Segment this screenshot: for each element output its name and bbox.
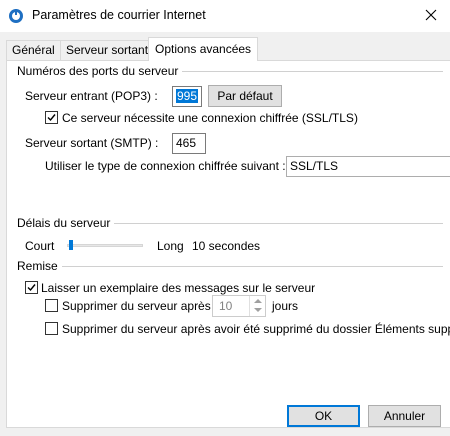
remove-after-checkbox[interactable] <box>45 299 58 312</box>
tab-advanced-options[interactable]: Options avancées <box>148 37 259 61</box>
close-icon <box>425 9 437 24</box>
encryption-type-select[interactable]: SSL/TLS <box>286 156 450 177</box>
encryption-type-label: Utiliser le type de connexion chiffrée s… <box>45 159 286 173</box>
title-bar: Paramètres de courrier Internet <box>0 0 450 32</box>
timeouts-group-divider <box>111 223 443 224</box>
close-button[interactable] <box>414 2 448 30</box>
spin-down-icon[interactable] <box>254 308 262 312</box>
remove-after-label: Supprimer du serveur après <box>62 299 211 313</box>
timeout-value: 10 secondes <box>192 239 261 253</box>
leave-copy-checkbox[interactable] <box>25 281 38 294</box>
delivery-group-divider <box>55 266 443 267</box>
ssl-checkbox[interactable] <box>45 111 58 124</box>
ports-group-divider <box>171 71 443 72</box>
spin-up-icon[interactable] <box>254 299 262 303</box>
encryption-type-value: SSL/TLS <box>290 159 339 173</box>
remove-after-days-spinner[interactable]: 10 <box>212 295 266 317</box>
checkmark-icon <box>27 284 36 292</box>
incoming-port-input[interactable]: 995 <box>172 86 202 107</box>
timeout-slider-thumb[interactable] <box>69 240 73 250</box>
remove-deleted-label: Supprimer du serveur après avoir été sup… <box>62 322 450 336</box>
outgoing-port-value: 465 <box>176 136 197 150</box>
timeout-long-label: Long <box>157 239 184 253</box>
outgoing-server-label: Serveur sortant (SMTP) : <box>25 136 159 150</box>
ssl-checkbox-label: Ce serveur nécessite une connexion chiff… <box>62 111 358 125</box>
internet-email-settings-dialog: Paramètres de courrier Internet Général … <box>0 0 450 436</box>
timeouts-group-title: Délais du serveur <box>17 216 115 230</box>
window-title: Paramètres de courrier Internet <box>32 8 206 22</box>
delivery-group-title: Remise <box>17 259 62 273</box>
cancel-button[interactable]: Annuler <box>368 405 441 427</box>
outgoing-port-input[interactable]: 465 <box>172 133 206 154</box>
incoming-server-label: Serveur entrant (POP3) : <box>25 89 158 103</box>
outlook-app-icon <box>8 8 24 24</box>
timeout-short-label: Court <box>25 239 55 253</box>
tab-general[interactable]: Général <box>6 40 61 60</box>
timeout-slider-track[interactable] <box>67 244 143 247</box>
ports-group-title: Numéros des ports du serveur <box>17 64 183 78</box>
dialog-body: Général Serveur sortant Options avancées… <box>0 32 450 436</box>
ok-button[interactable]: OK <box>287 405 360 427</box>
tab-outgoing-server[interactable]: Serveur sortant <box>60 40 155 60</box>
remove-deleted-checkbox[interactable] <box>45 322 58 335</box>
days-label: jours <box>272 299 299 313</box>
spinner-arrows[interactable] <box>249 296 265 316</box>
default-ports-button[interactable]: Par défaut <box>208 85 282 107</box>
checkmark-icon <box>47 114 56 122</box>
incoming-port-value: 995 <box>176 89 199 103</box>
remove-after-days-value: 10 <box>219 299 233 313</box>
advanced-options-page: Numéros des ports du serveur Serveur ent… <box>6 60 450 428</box>
leave-copy-label: Laisser un exemplaire des messages sur l… <box>41 281 316 295</box>
